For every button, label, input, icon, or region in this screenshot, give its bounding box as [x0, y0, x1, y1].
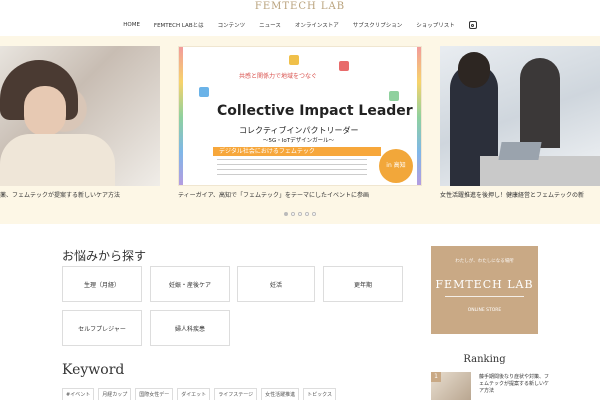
site-logo[interactable]: FEMTECH LAB — [0, 1, 600, 12]
keyword-title: Keyword — [62, 362, 125, 378]
concern-menopause-button[interactable]: 更年期 — [323, 266, 403, 302]
slide-image-3[interactable] — [440, 46, 600, 186]
slide-description — [217, 159, 367, 179]
keyword-tag[interactable]: ライフステージ — [214, 388, 258, 400]
concern-self-pleasure-button[interactable]: セルフプレジャー — [62, 310, 142, 346]
concern-pregnancy-button[interactable]: 妊娠・産後ケア — [150, 266, 230, 302]
banner-divider — [445, 296, 524, 297]
slide-caption-2[interactable]: ティーガイア、高知で「フェムテック」をテーマにしたイベントに参画 — [178, 190, 369, 199]
slider-dot[interactable] — [305, 212, 309, 216]
concern-fertility-button[interactable]: 妊活 — [237, 266, 315, 302]
keyword-tag[interactable]: ダイエット — [177, 388, 211, 400]
slide-caption-1[interactable]: 薬、フェムテックが提案する新しいケア方法 — [0, 190, 120, 199]
slide-title: Collective Impact Leader — [217, 103, 413, 119]
concern-period-button[interactable]: 生理（月経） — [62, 266, 142, 302]
keyword-tag[interactable]: #イベント — [62, 388, 95, 400]
slide-tagline: 〜5G・IoTデザインガール〜 — [263, 138, 335, 144]
online-store-banner[interactable]: わたしが、わたしになる場所 FEMTECH LAB ONLINE STORE — [431, 246, 538, 334]
keyword-tags: #イベント 月経カップ 国際女性デー ダイエット ライフステージ 女性活躍推進 … — [62, 388, 336, 400]
slider-pagination — [0, 212, 600, 216]
concerns-title: お悩みから探す — [62, 249, 147, 263]
location-badge: in 高知 — [379, 149, 413, 183]
slider-dot[interactable] — [298, 212, 302, 216]
banner-store-label: ONLINE STORE — [467, 308, 502, 313]
slider-dot[interactable] — [312, 212, 316, 216]
concern-gynecology-button[interactable]: 婦人科疾患 — [150, 310, 230, 346]
slide-image-1[interactable] — [0, 46, 160, 186]
banner-tagline: わたしが、わたしになる場所 — [455, 259, 514, 264]
hero-slider: 薬、フェムテックが提案する新しいケア方法 共感と関係力で地域をつなぐ Colle… — [0, 36, 600, 224]
ranking-title: Ranking — [463, 354, 506, 365]
keyword-tag[interactable]: トピックス — [303, 388, 336, 400]
slide-image-2[interactable]: 共感と関係力で地域をつなぐ Collective Impact Leader コ… — [178, 46, 422, 186]
slide-caption-3[interactable]: 女性活躍推進を後押し！健康経営とフェムテックの新 — [440, 190, 584, 199]
slide-banner: デジタル社会におけるフェムテック — [213, 147, 381, 156]
banner-logo: FEMTECH LAB — [435, 278, 534, 291]
ranking-item[interactable]: 1 藤手期間後なり症状や対策、フェムテックが提案する新しいケア方法 — [431, 372, 600, 400]
nav-news[interactable]: ニュース — [259, 21, 281, 29]
nav-subscription[interactable]: サブスクリプション — [353, 21, 403, 29]
slider-dot[interactable] — [291, 212, 295, 216]
instagram-icon[interactable] — [468, 21, 477, 29]
keyword-tag[interactable]: 女性活躍推進 — [261, 388, 300, 400]
slide-title-jp: コレクティブインパクトリーダー — [239, 126, 359, 135]
slider-dot[interactable] — [284, 212, 288, 216]
nav-online-store[interactable]: オンラインストア — [295, 21, 339, 29]
nav-contents[interactable]: コンテンツ — [218, 21, 246, 29]
ranking-number: 1 — [431, 372, 441, 382]
keyword-tag[interactable]: 国際女性デー — [135, 388, 174, 400]
nav-home[interactable]: HOME — [123, 22, 140, 28]
slide-subtitle: 共感と関係力で地域をつなぐ — [239, 73, 318, 80]
nav-shop-list[interactable]: ショップリスト — [416, 21, 455, 29]
main-nav: HOME FEMTECH LABとは コンテンツ ニュース オンラインストア サ… — [0, 18, 600, 32]
ranking-text[interactable]: 藤手期間後なり症状や対策、フェムテックが提案する新しいケア方法 — [479, 374, 549, 395]
keyword-tag[interactable]: 月経カップ — [98, 388, 132, 400]
nav-about[interactable]: FEMTECH LABとは — [154, 21, 204, 29]
